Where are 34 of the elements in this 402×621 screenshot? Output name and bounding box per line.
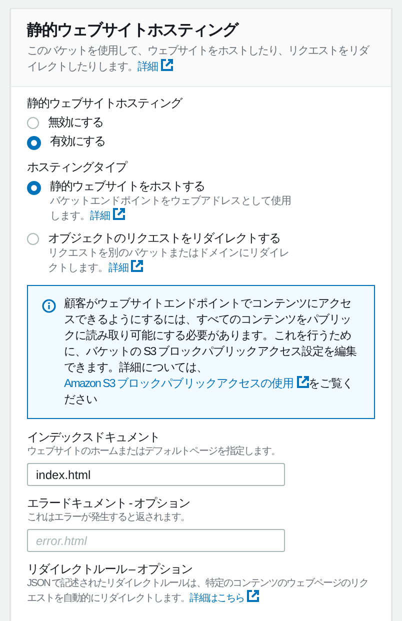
field-hint: これはエラーが発生すると返されます。	[27, 511, 191, 524]
external-link-icon	[246, 590, 259, 602]
details-link[interactable]: 詳細	[108, 262, 144, 274]
info-icon	[42, 299, 56, 313]
field-label: インデックスドキュメント	[27, 429, 160, 445]
field-hint: JSON で記述されたリダイレクトルールは、特定のコンテンツのウェブページのリクエストを自動的にリダイレクトします。詳細はこちら	[27, 577, 370, 605]
radio-label[interactable]: オブジェクトのリクエストをリダイレクトする	[48, 230, 298, 246]
external-link-icon	[296, 376, 309, 388]
radio-label[interactable]: 有効にする	[50, 133, 106, 149]
input-field[interactable]: error.html	[27, 529, 285, 552]
option-description: バケットエンドポイントをウェブアドレスとして使用します。詳細	[50, 194, 292, 223]
external-link-icon	[160, 59, 173, 71]
option-description: リクエストを別のバケットまたはドメインにリダイレクトします。詳細	[48, 246, 290, 275]
input-field[interactable]: index.html	[27, 463, 285, 486]
field-label: リダイレクトルール – オプション	[27, 561, 194, 577]
radio-label[interactable]: 無効にする	[48, 114, 104, 130]
panel-title: 静的ウェブサイトホスティング	[27, 20, 240, 41]
info-message: 顧客がウェブサイトエンドポイントでコンテンツにアクセスできるようにするには、すべてのコンテンツをパブリックに読み取り可能にする必要があります。これを行うために、バケットの S3 ブロックパブリックアクセス設定を編集できます。詳細については、 Amazon S3 ブロックパブリックアクセスの使用 をご覧ください	[64, 296, 358, 408]
panel-description: このバケットを使用して、ウェブサイトをホストしたり、リクエストをリダイレクトしたりします。詳細	[27, 44, 370, 75]
docs-link[interactable]: Amazon S3 ブロックパブリックアクセスの使用	[64, 378, 309, 390]
field-hint: ウェブサイトのホームまたはデフォルトページを指定します。	[27, 445, 282, 458]
radio-button[interactable]	[27, 117, 39, 129]
details-link[interactable]: 詳細	[90, 210, 126, 222]
details-link[interactable]: 詳細	[137, 61, 173, 73]
field-label: ホスティングタイプ	[27, 159, 128, 175]
external-link-icon	[113, 208, 126, 220]
field-label: エラードキュメント - オプション	[27, 495, 190, 511]
radio-button[interactable]	[27, 233, 39, 245]
radio-button[interactable]	[27, 181, 41, 195]
field-label: 静的ウェブサイトホスティング	[27, 95, 184, 111]
external-link-icon	[131, 260, 144, 272]
details-link[interactable]: 詳細はこちら	[190, 593, 259, 604]
radio-button[interactable]	[27, 136, 41, 150]
radio-label[interactable]: 静的ウェブサイトをホストする	[50, 178, 300, 194]
